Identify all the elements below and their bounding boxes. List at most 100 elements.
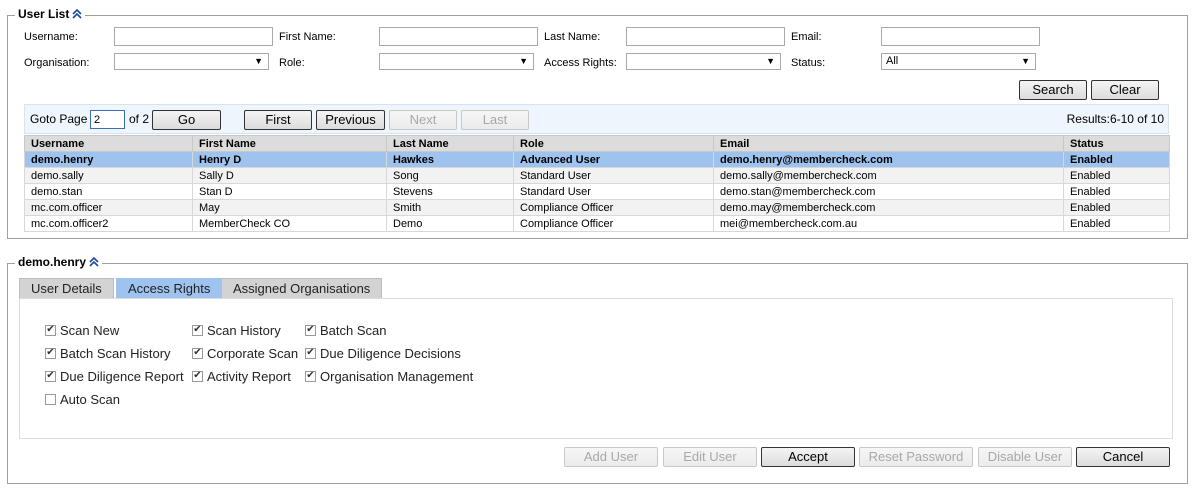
cell-first-name: Henry D xyxy=(192,151,387,168)
table-row[interactable]: demo.sally Sally D Song Standard User de… xyxy=(24,167,1170,184)
accept-button[interactable]: Accept xyxy=(761,447,855,467)
cell-email: demo.sally@membercheck.com xyxy=(713,167,1064,184)
cell-username: mc.com.officer2 xyxy=(24,215,193,232)
status-select[interactable]: All ▼ xyxy=(881,53,1036,70)
checkmark-icon[interactable]: ✔ xyxy=(192,371,203,382)
permission-label: Due Diligence Decisions xyxy=(320,346,461,361)
checkmark-icon[interactable]: ✔ xyxy=(45,348,56,359)
tab-user-details[interactable]: User Details xyxy=(19,278,114,298)
permission-activity-report[interactable]: ✔ Activity Report xyxy=(192,369,291,384)
search-button[interactable]: Search xyxy=(1019,80,1087,100)
checkmark-icon[interactable]: ✔ xyxy=(305,348,316,359)
cell-first-name: MemberCheck CO xyxy=(192,215,387,232)
permission-label: Auto Scan xyxy=(60,392,120,407)
checkmark-icon[interactable]: ✔ xyxy=(45,371,56,382)
double-chevron-up-icon[interactable] xyxy=(72,9,82,19)
permission-auto-scan[interactable]: Auto Scan xyxy=(45,392,120,407)
column-header-first-name[interactable]: First Name xyxy=(192,135,387,152)
column-header-username[interactable]: Username xyxy=(24,135,193,152)
column-header-role[interactable]: Role xyxy=(513,135,714,152)
first-name-label: First Name: xyxy=(279,31,336,43)
permission-label: Scan History xyxy=(207,323,281,338)
permission-organisation-management[interactable]: ✔ Organisation Management xyxy=(305,369,473,384)
role-label: Role: xyxy=(279,57,305,69)
role-select[interactable]: ▼ xyxy=(379,53,534,70)
permission-label: Activity Report xyxy=(207,369,291,384)
username-input[interactable] xyxy=(114,27,273,46)
checkmark-icon[interactable]: ✔ xyxy=(305,371,316,382)
organisation-select[interactable]: ▼ xyxy=(114,53,269,70)
table-row[interactable]: mc.com.officer2 MemberCheck CO Demo Comp… xyxy=(24,215,1170,232)
checkmark-icon[interactable]: ✔ xyxy=(192,348,203,359)
first-page-button[interactable]: First xyxy=(244,110,312,130)
user-list-legend: User List xyxy=(15,7,86,21)
permission-due-diligence-decisions[interactable]: ✔ Due Diligence Decisions xyxy=(305,346,461,361)
user-detail-title: demo.henry xyxy=(18,255,87,269)
add-user-button[interactable]: Add User xyxy=(564,447,658,467)
email-label: Email: xyxy=(791,31,822,43)
permission-scan-new[interactable]: ✔ Scan New xyxy=(45,323,119,338)
permission-batch-scan-history[interactable]: ✔ Batch Scan History xyxy=(45,346,171,361)
triangle-down-icon: ▼ xyxy=(254,56,263,66)
last-name-input[interactable] xyxy=(626,27,785,46)
permission-due-diligence-report[interactable]: ✔ Due Diligence Report xyxy=(45,369,184,384)
permission-scan-history[interactable]: ✔ Scan History xyxy=(192,323,281,338)
cell-status: Enabled xyxy=(1063,183,1170,200)
cell-username: demo.henry xyxy=(24,151,193,168)
cancel-button[interactable]: Cancel xyxy=(1076,447,1170,467)
disable-user-button[interactable]: Disable User xyxy=(978,447,1072,467)
cell-first-name: Stan D xyxy=(192,183,387,200)
cell-last-name: Smith xyxy=(386,199,514,216)
cell-role: Compliance Officer xyxy=(513,199,714,216)
cell-status: Enabled xyxy=(1063,199,1170,216)
cell-status: Enabled xyxy=(1063,167,1170,184)
reset-password-button[interactable]: Reset Password xyxy=(859,447,973,467)
permission-label: Batch Scan History xyxy=(60,346,171,361)
table-row[interactable]: mc.com.officer May Smith Compliance Offi… xyxy=(24,199,1170,216)
cell-email: demo.stan@membercheck.com xyxy=(713,183,1064,200)
organisation-label: Organisation: xyxy=(24,57,90,69)
user-detail-legend: demo.henry xyxy=(15,255,103,269)
email-input[interactable] xyxy=(881,27,1040,46)
column-header-email[interactable]: Email xyxy=(713,135,1064,152)
cell-username: demo.stan xyxy=(24,183,193,200)
permission-label: Scan New xyxy=(60,323,120,338)
cell-status: Enabled xyxy=(1063,215,1170,232)
next-page-button[interactable]: Next xyxy=(389,110,457,130)
first-name-input[interactable] xyxy=(379,27,538,46)
cell-last-name: Hawkes xyxy=(386,151,514,168)
column-header-last-name[interactable]: Last Name xyxy=(386,135,514,152)
edit-user-button[interactable]: Edit User xyxy=(663,447,757,467)
double-chevron-up-icon[interactable] xyxy=(89,257,99,267)
last-page-button[interactable]: Last xyxy=(461,110,529,130)
checkmark-icon[interactable]: ✔ xyxy=(305,325,316,336)
table-row[interactable]: demo.henry Henry D Hawkes Advanced User … xyxy=(24,151,1170,168)
cell-email: mei@membercheck.com.au xyxy=(713,215,1064,232)
table-row[interactable]: demo.stan Stan D Stevens Standard User d… xyxy=(24,183,1170,200)
cell-first-name: Sally D xyxy=(192,167,387,184)
permission-label: Batch Scan xyxy=(320,323,387,338)
tab-access-rights[interactable]: Access Rights xyxy=(116,278,223,298)
table-header-row: Username First Name Last Name Role Email… xyxy=(24,135,1170,152)
triangle-down-icon: ▼ xyxy=(766,56,775,66)
goto-page-input[interactable] xyxy=(90,110,125,129)
user-list-title: User List xyxy=(18,7,70,21)
status-label: Status: xyxy=(791,57,826,69)
tab-assigned-organisations[interactable]: Assigned Organisations xyxy=(221,278,383,298)
previous-page-button[interactable]: Previous xyxy=(316,110,385,130)
access-rights-select[interactable]: ▼ xyxy=(626,53,781,70)
cell-role: Compliance Officer xyxy=(513,215,714,232)
permission-label: Corporate Scan xyxy=(207,346,299,361)
triangle-down-icon: ▼ xyxy=(519,56,528,66)
permission-corporate-scan[interactable]: ✔ Corporate Scan xyxy=(192,346,298,361)
permission-batch-scan[interactable]: ✔ Batch Scan xyxy=(305,323,387,338)
go-button[interactable]: Go xyxy=(152,110,221,130)
clear-button[interactable]: Clear xyxy=(1091,80,1159,100)
checkmark-icon[interactable]: ✔ xyxy=(192,325,203,336)
column-header-status[interactable]: Status xyxy=(1063,135,1170,152)
checkbox-empty[interactable] xyxy=(45,394,56,405)
cell-role: Standard User xyxy=(513,167,714,184)
permission-label: Organisation Management xyxy=(320,369,474,384)
cell-last-name: Stevens xyxy=(386,183,514,200)
checkmark-icon[interactable]: ✔ xyxy=(45,325,56,336)
